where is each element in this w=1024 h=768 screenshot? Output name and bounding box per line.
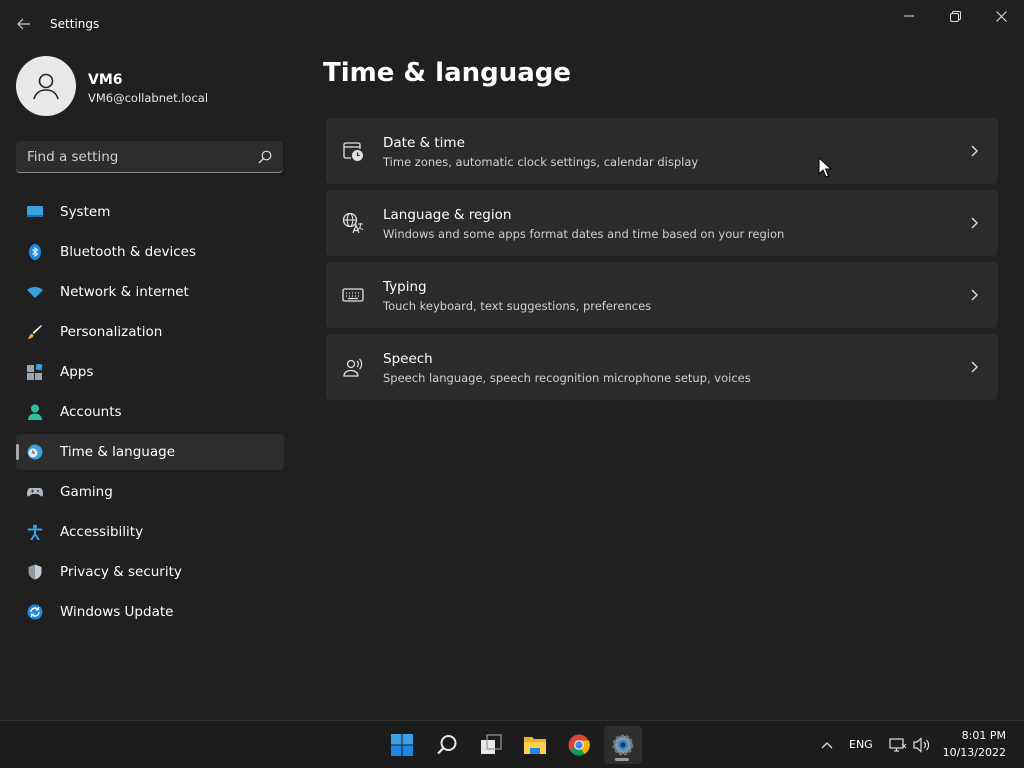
- search-icon: [258, 150, 272, 164]
- card-speech[interactable]: Speech Speech language, speech recogniti…: [326, 334, 998, 400]
- taskbar-search-button[interactable]: [428, 726, 466, 764]
- settings-gear-icon: [612, 734, 634, 756]
- task-view-icon: [481, 734, 502, 754]
- volume-icon: [913, 737, 930, 753]
- language-icon: [342, 212, 364, 234]
- person-avatar-icon: [33, 73, 59, 100]
- person-icon: [28, 404, 42, 420]
- page-title: Time & language: [323, 58, 572, 88]
- restore-icon: [949, 10, 961, 22]
- clock-time[interactable]: 8:01 PM: [946, 729, 1006, 742]
- search-icon: [437, 735, 457, 755]
- sidebar-item-label: Windows Update: [60, 604, 174, 620]
- sidebar-item-accessibility[interactable]: Accessibility: [16, 514, 284, 550]
- wifi-icon: [27, 287, 43, 298]
- clock-date[interactable]: 10/13/2022: [940, 746, 1006, 759]
- sidebar-item-accounts[interactable]: Accounts: [16, 394, 284, 430]
- card-description: Windows and some apps format dates and t…: [383, 227, 785, 241]
- sidebar-item-personalization[interactable]: Personalization: [16, 314, 284, 350]
- file-explorer-icon: [524, 737, 546, 754]
- taskbar-task-view-button[interactable]: [472, 726, 510, 764]
- card-description: Time zones, automatic clock settings, ca…: [383, 155, 699, 169]
- card-description: Touch keyboard, text suggestions, prefer…: [383, 299, 652, 313]
- chevron-right-icon: [971, 217, 978, 229]
- minimize-icon: [904, 15, 914, 17]
- user-name: VM6: [88, 72, 123, 88]
- sidebar-item-label: Personalization: [60, 324, 163, 340]
- paintbrush-icon: [28, 325, 42, 339]
- app-title: Settings: [50, 17, 100, 31]
- card-title: Date & time: [383, 135, 465, 151]
- input-language-indicator[interactable]: ENG: [849, 738, 873, 751]
- sidebar-item-time-language[interactable]: Time & language: [16, 434, 284, 470]
- bluetooth-icon: [29, 244, 41, 260]
- sidebar-item-label: Time & language: [60, 444, 176, 460]
- back-button[interactable]: [10, 10, 38, 38]
- search-input[interactable]: Find a setting: [16, 141, 283, 173]
- sidebar-item-label: System: [60, 204, 111, 220]
- card-title: Speech: [383, 351, 433, 367]
- clock-globe-icon: [27, 444, 43, 460]
- restore-button[interactable]: [932, 0, 978, 32]
- apps-grid-icon: [27, 364, 43, 380]
- chrome-icon: [568, 734, 590, 756]
- card-description: Speech language, speech recognition micr…: [383, 371, 751, 385]
- user-email: VM6@collabnet.local: [88, 91, 209, 105]
- system-display-icon: [27, 206, 43, 217]
- chevron-up-icon: [821, 742, 833, 749]
- sidebar-item-label: Accounts: [60, 404, 122, 420]
- start-icon: [391, 734, 413, 756]
- card-typing[interactable]: Typing Touch keyboard, text suggestions,…: [326, 262, 998, 328]
- card-title: Typing: [383, 279, 427, 295]
- keyboard-icon: [342, 288, 364, 302]
- sidebar-nav: System Bluetooth & devices Network & int…: [16, 194, 284, 634]
- speech-icon: [343, 358, 363, 377]
- sidebar-item-gaming[interactable]: Gaming: [16, 474, 284, 510]
- sidebar-item-network[interactable]: Network & internet: [16, 274, 284, 310]
- taskbar-file-explorer-button[interactable]: [516, 726, 554, 764]
- chevron-right-icon: [971, 361, 978, 373]
- sidebar-item-label: Apps: [60, 364, 94, 380]
- title-bar: Settings: [0, 0, 1024, 48]
- sidebar-item-apps[interactable]: Apps: [16, 354, 284, 390]
- active-app-indicator: [615, 758, 629, 761]
- card-language-region[interactable]: Language & region Windows and some apps …: [326, 190, 998, 256]
- sidebar-item-windows-update[interactable]: Windows Update: [16, 594, 284, 630]
- card-title: Language & region: [383, 207, 512, 223]
- sidebar-item-label: Privacy & security: [60, 564, 182, 580]
- sidebar-item-label: Network & internet: [60, 284, 189, 300]
- update-icon: [27, 604, 43, 620]
- sidebar-item-label: Bluetooth & devices: [60, 244, 197, 260]
- gamepad-icon: [27, 488, 43, 497]
- sidebar-item-privacy-security[interactable]: Privacy & security: [16, 554, 284, 590]
- card-date-time[interactable]: Date & time Time zones, automatic clock …: [326, 118, 998, 184]
- search-placeholder: Find a setting: [27, 149, 119, 165]
- chevron-right-icon: [971, 145, 978, 157]
- sidebar-item-system[interactable]: System: [16, 194, 284, 230]
- selection-indicator: [16, 444, 19, 460]
- network-monitor-icon: [889, 738, 907, 752]
- taskbar-chrome-button[interactable]: [560, 726, 598, 764]
- tray-overflow-button[interactable]: [816, 726, 838, 764]
- tray-volume-button[interactable]: [911, 726, 933, 764]
- back-arrow-icon: [17, 18, 30, 30]
- chevron-right-icon: [971, 289, 978, 301]
- settings-card-list: Date & time Time zones, automatic clock …: [326, 118, 998, 406]
- tray-network-button[interactable]: [887, 726, 909, 764]
- taskbar-start-button[interactable]: [383, 726, 421, 764]
- taskbar: ENG 8:01 PM 10/13/2022: [0, 720, 1024, 768]
- shield-icon: [28, 564, 42, 580]
- sidebar-item-label: Accessibility: [60, 524, 144, 540]
- calendar-clock-icon: [343, 142, 363, 161]
- close-icon: [995, 10, 1007, 22]
- accessibility-icon: [27, 524, 43, 540]
- mouse-cursor-icon: [818, 157, 832, 178]
- minimize-button[interactable]: [886, 0, 932, 32]
- close-button[interactable]: [978, 0, 1024, 32]
- avatar: [16, 56, 76, 116]
- sidebar-item-bluetooth[interactable]: Bluetooth & devices: [16, 234, 284, 270]
- sidebar-item-label: Gaming: [60, 484, 113, 500]
